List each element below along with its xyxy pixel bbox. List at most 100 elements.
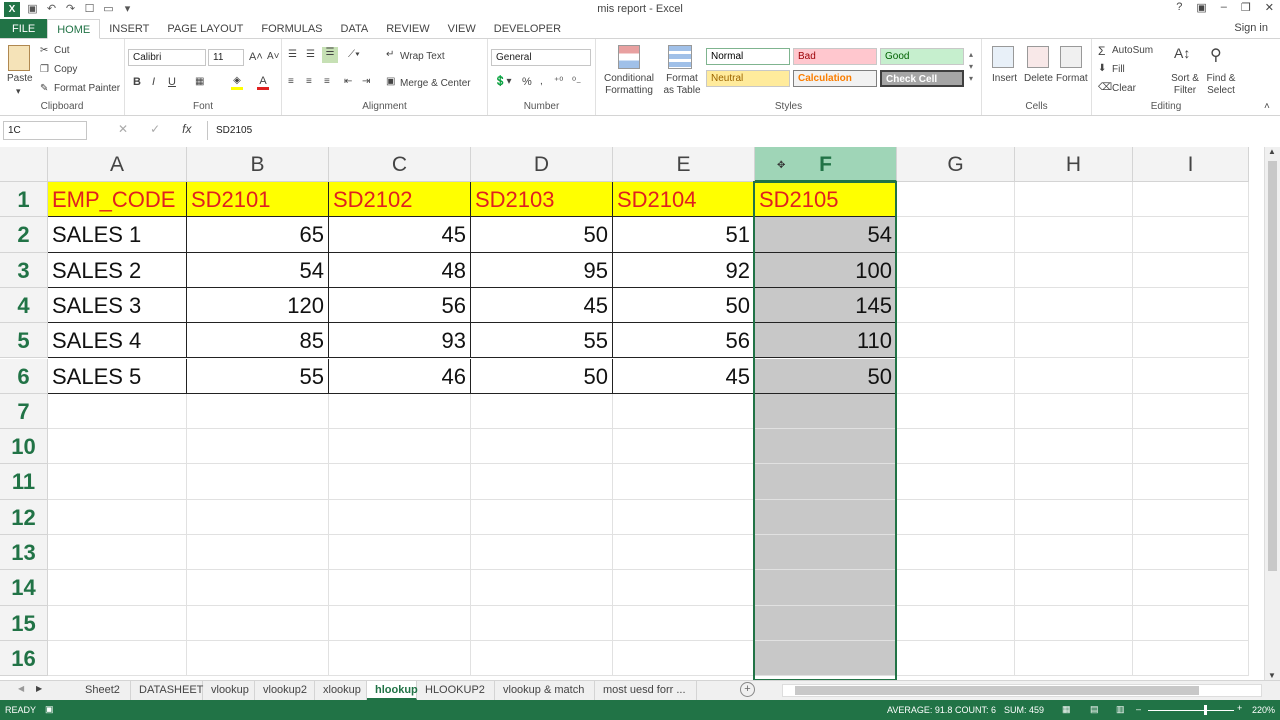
data-cell[interactable]: 95	[471, 252, 613, 288]
header-cell[interactable]: SD2102	[329, 182, 471, 218]
bold-button[interactable]: B	[133, 76, 141, 88]
enter-icon[interactable]: ✓	[150, 122, 160, 136]
column-header-g[interactable]: G	[897, 147, 1015, 182]
style-neutral[interactable]: Neutral	[706, 70, 790, 87]
empty-cell[interactable]	[755, 535, 897, 571]
row-header-1[interactable]: 1	[0, 182, 48, 218]
format-table-icon[interactable]	[668, 45, 692, 69]
align-bottom-icon[interactable]: ☰	[322, 47, 338, 63]
data-cell[interactable]: 92	[613, 252, 755, 288]
align-left-icon[interactable]: ≡	[288, 76, 294, 87]
empty-cell[interactable]	[755, 640, 897, 677]
empty-cell[interactable]	[1015, 535, 1133, 571]
row-header-10[interactable]: 10	[0, 429, 48, 465]
vertical-scrollbar[interactable]: ▲ ▼	[1264, 147, 1280, 680]
tab-formulas[interactable]: FORMULAS	[252, 19, 331, 39]
empty-cell[interactable]	[1015, 287, 1133, 324]
empty-cell[interactable]	[1133, 217, 1249, 253]
format-button[interactable]: Format	[1056, 73, 1088, 84]
clear-icon[interactable]: ⌫	[1098, 82, 1112, 93]
decrease-indent-icon[interactable]: ⇤	[344, 76, 352, 87]
select-all-button[interactable]	[0, 147, 48, 182]
column-header-i[interactable]: I	[1133, 147, 1249, 182]
empty-cell[interactable]	[613, 499, 755, 535]
increase-decimal-icon[interactable]: ⁺⁰	[554, 76, 563, 87]
row-header-11[interactable]: 11	[0, 464, 48, 500]
empty-cell[interactable]	[897, 252, 1015, 288]
zoom-slider-thumb[interactable]	[1204, 705, 1207, 715]
empty-cell[interactable]	[897, 605, 1015, 641]
empty-cell[interactable]	[329, 605, 471, 641]
merge-icon[interactable]: ▣	[386, 76, 395, 87]
empty-cell[interactable]	[1133, 393, 1249, 430]
cut-icon[interactable]: ✂	[40, 45, 48, 56]
style-check-cell[interactable]: Check Cell	[880, 70, 964, 87]
wrap-text-button[interactable]: Wrap Text	[400, 51, 445, 62]
empty-cell[interactable]	[755, 605, 897, 641]
tab-page-layout[interactable]: PAGE LAYOUT	[158, 19, 252, 39]
sheet-tab[interactable]: xlookup	[315, 681, 367, 700]
empty-cell[interactable]	[1015, 252, 1133, 288]
empty-cell[interactable]	[897, 464, 1015, 500]
data-cell[interactable]: 54	[755, 217, 897, 253]
data-cell[interactable]: 56	[329, 287, 471, 324]
data-cell[interactable]: 45	[329, 217, 471, 253]
data-cell[interactable]: 50	[471, 358, 613, 394]
find-select-button[interactable]: Find & Select	[1204, 73, 1238, 97]
empty-cell[interactable]	[1133, 287, 1249, 324]
empty-cell[interactable]	[1133, 570, 1249, 606]
empty-cell[interactable]	[187, 640, 329, 677]
row-header-13[interactable]: 13	[0, 535, 48, 571]
sheet-tab[interactable]: hlookup	[367, 681, 418, 700]
sheet-tab[interactable]: vlookup & match	[495, 681, 595, 700]
data-cell[interactable]: SALES 5	[48, 358, 187, 394]
empty-cell[interactable]	[48, 393, 187, 430]
empty-cell[interactable]	[1133, 358, 1249, 394]
header-cell[interactable]: SD2101	[187, 182, 329, 218]
empty-cell[interactable]	[1015, 182, 1133, 218]
empty-cell[interactable]	[329, 393, 471, 430]
restore-icon[interactable]: ❐	[1241, 1, 1251, 14]
font-size-select[interactable]: 11	[208, 49, 244, 66]
copy-button[interactable]: Copy	[54, 64, 77, 75]
collapse-ribbon-icon[interactable]: ˄	[1264, 101, 1270, 112]
empty-cell[interactable]	[1015, 217, 1133, 253]
clear-button[interactable]: Clear	[1112, 83, 1136, 94]
copy-icon[interactable]: ❐	[40, 64, 49, 75]
sheet-tab[interactable]: DATASHEET	[131, 681, 203, 700]
data-cell[interactable]: 145	[755, 287, 897, 324]
empty-cell[interactable]	[471, 464, 613, 500]
empty-cell[interactable]	[897, 323, 1015, 359]
font-color-icon[interactable]: A	[257, 75, 269, 90]
paste-dropdown-icon[interactable]: ▾	[16, 86, 21, 97]
help-icon[interactable]: ?	[1176, 1, 1182, 14]
empty-cell[interactable]	[48, 499, 187, 535]
empty-cell[interactable]	[613, 570, 755, 606]
cut-button[interactable]: Cut	[54, 45, 70, 56]
empty-cell[interactable]	[1133, 605, 1249, 641]
empty-cell[interactable]	[471, 499, 613, 535]
empty-cell[interactable]	[1015, 323, 1133, 359]
data-cell[interactable]: 48	[329, 252, 471, 288]
empty-cell[interactable]	[471, 605, 613, 641]
header-cell[interactable]: SD2103	[471, 182, 613, 218]
format-painter-button[interactable]: Format Painter	[54, 83, 120, 94]
autosum-button[interactable]: AutoSum	[1112, 45, 1153, 56]
conditional-formatting-icon[interactable]	[618, 45, 640, 69]
empty-cell[interactable]	[471, 393, 613, 430]
delete-button[interactable]: Delete	[1024, 73, 1053, 84]
data-cell[interactable]: 51	[613, 217, 755, 253]
data-cell[interactable]: 54	[187, 252, 329, 288]
fill-color-icon[interactable]: ◈	[231, 75, 243, 90]
empty-cell[interactable]	[897, 182, 1015, 218]
scroll-up-icon[interactable]: ▲	[1268, 147, 1276, 156]
empty-cell[interactable]	[187, 535, 329, 571]
empty-cell[interactable]	[755, 570, 897, 606]
column-header-d[interactable]: D	[471, 147, 613, 182]
font-name-select[interactable]: Calibri	[128, 49, 206, 66]
data-cell[interactable]: 93	[329, 323, 471, 359]
increase-indent-icon[interactable]: ⇥	[362, 76, 370, 87]
empty-cell[interactable]	[48, 535, 187, 571]
empty-cell[interactable]	[755, 464, 897, 500]
name-box[interactable]: 1C	[3, 121, 87, 140]
